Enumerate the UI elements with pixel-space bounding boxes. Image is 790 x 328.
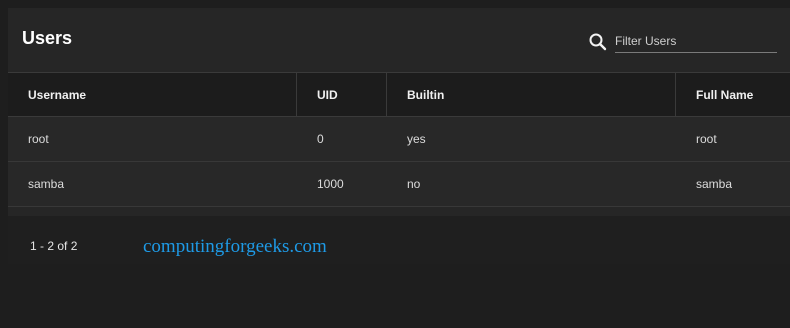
users-panel: Users Username UID Builtin Full Name roo… xyxy=(8,8,790,264)
page-title: Users xyxy=(22,28,73,48)
users-table: Username UID Builtin Full Name root 0 ye… xyxy=(8,72,790,217)
table-footer: 1 - 2 of 2 computingforgeeks.com xyxy=(8,216,790,264)
cell-full-name: root xyxy=(696,132,717,146)
search-box[interactable] xyxy=(588,30,778,56)
table-row[interactable]: root 0 yes root xyxy=(8,117,790,162)
column-header-full-name[interactable]: Full Name xyxy=(676,73,790,116)
column-header-username[interactable]: Username xyxy=(8,73,297,116)
watermark-text: computingforgeeks.com xyxy=(143,236,327,257)
cell-full-name: samba xyxy=(696,177,733,191)
table-header-row: Username UID Builtin Full Name xyxy=(8,73,790,117)
search-input[interactable] xyxy=(615,30,777,53)
table-row[interactable]: samba 1000 no samba xyxy=(8,162,790,207)
column-header-uid[interactable]: UID xyxy=(297,73,387,116)
cell-uid: 0 xyxy=(317,132,324,146)
pagination-info: 1 - 2 of 2 xyxy=(30,239,78,253)
cell-uid: 1000 xyxy=(317,177,344,191)
cell-username: root xyxy=(28,132,49,146)
cell-username: samba xyxy=(28,177,65,191)
cell-builtin: no xyxy=(407,177,421,191)
column-header-builtin[interactable]: Builtin xyxy=(387,73,676,116)
search-icon[interactable] xyxy=(588,32,608,52)
panel-header: Users xyxy=(8,8,790,72)
cell-builtin: yes xyxy=(407,132,426,146)
